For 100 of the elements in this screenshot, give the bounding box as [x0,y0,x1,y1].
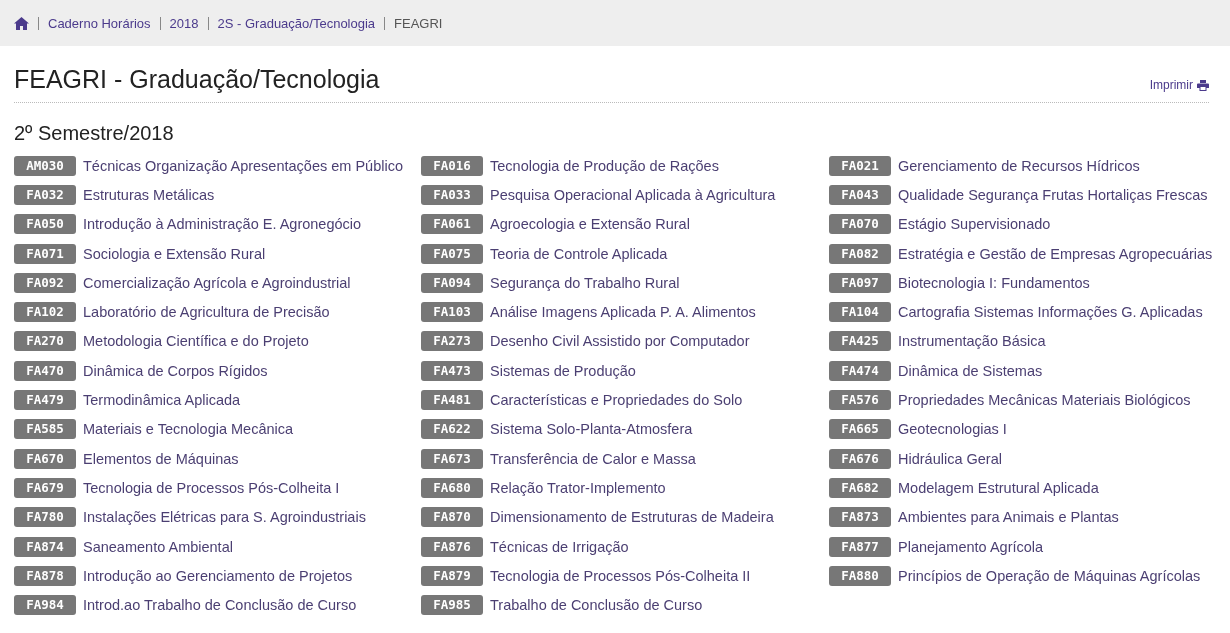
course-link[interactable]: Planejamento Agrícola [898,538,1044,555]
course-code-badge: FA273 [421,331,483,352]
course-code-badge: FA021 [829,155,891,176]
course-link[interactable]: Análise Imagens Aplicada P. A. Alimentos [490,304,756,321]
breadcrumb-link[interactable]: 2018 [169,15,199,31]
course-code-badge: FA094 [421,272,483,293]
course-code-badge: FA680 [421,477,483,498]
course-link[interactable]: Materiais e Tecnologia Mecânica [83,421,294,438]
course-link[interactable]: Dinâmica de Corpos Rígidos [83,362,268,379]
breadcrumb-link[interactable]: Caderno Horários [48,15,151,31]
course-code-badge: FA877 [829,536,891,557]
course-link[interactable]: Ambientes para Animais e Plantas [898,509,1119,526]
print-link[interactable]: Imprimir [1149,78,1209,94]
course-code-badge: FA780 [14,507,76,528]
course-link[interactable]: Sistemas de Produção [490,362,636,379]
course-code-badge: AM030 [14,155,76,176]
section-heading: 2º Semestre/2018 [14,121,175,145]
course-link[interactable]: Pesquisa Operacional Aplicada à Agricultura [490,186,776,203]
course-link[interactable]: Trabalho de Conclusão de Curso [490,597,703,614]
course-code-badge: FA585 [14,419,76,440]
course-code-badge: FA425 [829,331,891,352]
course-link[interactable]: Teoria de Controle Aplicada [490,245,668,262]
course-code-badge: FA481 [421,390,483,410]
course-code-badge: FA050 [14,214,76,235]
course-link[interactable]: Desenho Civil Assistido por Computador [490,333,750,350]
course-link[interactable]: Técnicas Organização Apresentações em Público [83,157,403,174]
course-link[interactable]: Introdução à Administração E. Agronegócio [83,216,362,233]
course-link[interactable]: Qualidade Segurança Frutas Hortaliças Frescas [898,186,1208,203]
course-link[interactable]: Sistema Solo-Planta-Atmosfera [490,421,693,438]
course-link[interactable]: Dimensionamento de Estruturas de Madeira [490,509,774,526]
course-link[interactable]: Laboratório de Agricultura de Precisão [83,304,330,321]
course-code-badge: FA097 [829,272,891,293]
course-link[interactable]: Termodinâmica Aplicada [83,392,241,408]
course-code-badge: FA870 [421,507,483,528]
course-link[interactable]: Propriedades Mecânicas Materiais Biológicos [898,392,1191,408]
course-code-badge: FA092 [14,272,76,293]
course-code-badge: FA071 [14,243,76,264]
course-link[interactable]: Técnicas de Irrigação [490,538,629,555]
course-link[interactable]: Sociologia e Extensão Rural [83,245,266,262]
course-link[interactable]: Princípios de Operação de Máquinas Agrícolas [898,567,1201,584]
course-link[interactable]: Relação Trator-Implemento [490,479,666,496]
course-code-badge: FA670 [14,448,76,469]
course-code-badge: FA985 [421,595,483,616]
page-title: FEAGRI - Graduação/Tecnologia [14,64,380,94]
course-link[interactable]: Segurança do Trabalho Rural [490,274,680,291]
breadcrumb-link[interactable]: 2S - Graduação/Tecnologia [217,15,376,31]
course-link[interactable]: Dinâmica de Sistemas [898,362,1043,379]
course-code-badge: FA682 [829,477,891,498]
course-link[interactable]: Estágio Supervisionado [898,216,1051,233]
course-code-badge: FA102 [14,302,76,323]
home-icon[interactable] [14,16,29,30]
course-link[interactable]: Instalações Elétricas para S. Agroindustriais [83,509,366,526]
course-code-badge: FA070 [829,214,891,235]
course-code-badge: FA878 [14,565,76,586]
course-link[interactable]: Estratégia e Gestão de Empresas Agropecuárias [898,245,1213,262]
course-code-badge: FA874 [14,536,76,557]
course-link[interactable]: Elementos de Máquinas [83,450,239,467]
course-code-badge: FA873 [829,507,891,528]
course-code-badge: FA984 [14,595,76,616]
course-code-badge: FA622 [421,419,483,440]
course-link[interactable]: Estruturas Metálicas [83,186,215,203]
course-code-badge: FA880 [829,565,891,586]
course-link[interactable]: Introd.ao Trabalho de Conclusão de Curso [83,597,357,614]
course-code-badge: FA473 [421,360,483,381]
course-link[interactable]: Cartografia Sistemas Informações G. Aplicadas [898,304,1203,321]
course-link[interactable]: Transferência de Calor e Massa [490,450,696,467]
printer-icon[interactable] [1197,79,1209,91]
course-code-badge: FA032 [14,184,76,205]
course-link[interactable]: Tecnologia de Produção de Rações [490,157,719,174]
course-code-badge: FA576 [829,390,891,410]
course-link[interactable]: Tecnologia de Processos Pós-Colheita II [490,567,751,584]
course-link[interactable]: Introdução ao Gerenciamento de Projetos [83,567,353,584]
course-code-badge: FA082 [829,243,891,264]
course-code-badge: FA270 [14,331,76,352]
course-code-badge: FA061 [421,214,483,235]
course-code-badge: FA479 [14,390,76,410]
course-code-badge: FA673 [421,448,483,469]
course-link[interactable]: Modelagem Estrutural Aplicada [898,479,1099,496]
course-link[interactable]: Hidráulica Geral [898,450,1002,467]
course-link[interactable]: Tecnologia de Processos Pós-Colheita I [83,479,340,496]
course-code-badge: FA075 [421,243,483,264]
course-code-badge: FA676 [829,448,891,469]
course-link[interactable]: Geotecnologias I [898,421,1007,438]
course-link[interactable]: Agroecologia e Extensão Rural [490,216,690,233]
course-code-badge: FA033 [421,184,483,205]
course-code-badge: FA876 [421,536,483,557]
course-code-badge: FA679 [14,477,76,498]
course-link[interactable]: Comercialização Agrícola e Agroindustrial [83,274,351,291]
course-code-badge: FA879 [421,565,483,586]
course-link[interactable]: Gerenciamento de Recursos Hídricos [898,157,1140,174]
course-link[interactable]: Características e Propriedades do Solo [490,392,743,408]
course-link[interactable]: Metodologia Científica e do Projeto [83,333,309,350]
course-code-badge: FA474 [829,360,891,381]
course-code-badge: FA104 [829,302,891,323]
course-link[interactable]: Biotecnologia I: Fundamentos [898,274,1090,291]
course-link[interactable]: Saneamento Ambiental [83,538,233,555]
course-code-badge: FA103 [421,302,483,323]
course-link[interactable]: Instrumentação Básica [898,333,1046,350]
course-code-badge: FA665 [829,419,891,440]
course-code-badge: FA043 [829,184,891,205]
